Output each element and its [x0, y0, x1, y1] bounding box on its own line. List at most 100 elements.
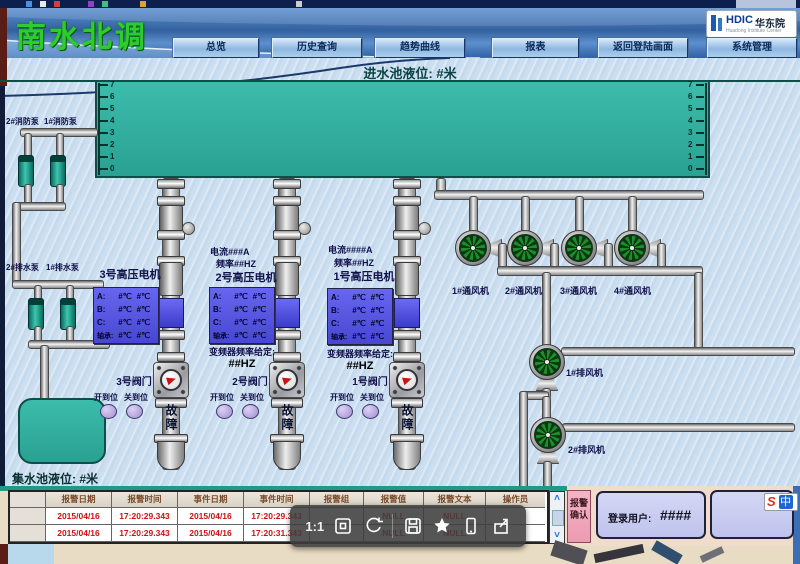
- taskbar-icon[interactable]: [88, 1, 94, 7]
- pump1-motor-band: [394, 298, 420, 328]
- zoom-ratio-label[interactable]: 1:1: [305, 519, 324, 534]
- drain-pump-2-label: 2#排水泵: [6, 263, 39, 272]
- fan1-label: 1#通风机: [452, 286, 490, 296]
- pump1-current: 电流####A: [328, 245, 373, 255]
- fire-pump-1-label: 1#消防泵: [44, 117, 77, 126]
- fire-pump-2-label: 2#消防泵: [6, 117, 39, 126]
- ruler-number: 2: [110, 140, 115, 149]
- pump3-open-label: 开到位: [94, 393, 118, 402]
- taskbar-icon[interactable]: [54, 1, 60, 7]
- fan2-label: 2#通风机: [505, 286, 543, 296]
- pump3-valve[interactable]: [153, 362, 189, 398]
- taskbar-icon[interactable]: [26, 1, 32, 7]
- col-header[interactable]: 报警日期: [46, 492, 112, 508]
- flange: [157, 179, 185, 189]
- alarm-table-scrollbar[interactable]: ˄ ˅: [549, 491, 565, 544]
- pipe: [40, 345, 49, 402]
- ime-badge[interactable]: S 中: [764, 493, 798, 511]
- nav-button-history[interactable]: 历史查询: [272, 38, 362, 58]
- nav-button-login-page[interactable]: 返回登陆画面: [598, 38, 688, 58]
- taskbar-icon[interactable]: [296, 1, 302, 7]
- supply-fan-2[interactable]: [507, 230, 543, 266]
- hdic-logo-mark: [711, 15, 716, 31]
- nav-button-overview[interactable]: 总览: [173, 38, 259, 58]
- col-header[interactable]: 事件日期: [178, 492, 244, 508]
- pump1-temp-panel: A: #℃ #℃ B: #℃ #℃ C: #℃ #℃ 轴承: #℃ #℃: [327, 288, 393, 345]
- ruler-number: 7: [110, 80, 115, 89]
- favorite-icon[interactable]: [432, 516, 452, 536]
- flange: [157, 230, 185, 240]
- fan-blades-icon: [459, 234, 487, 262]
- pipe-handle[interactable]: [298, 222, 311, 235]
- desktop-strip-left: [0, 544, 8, 564]
- ruler-number: 6: [688, 92, 693, 101]
- supply-fan-1[interactable]: [455, 230, 491, 266]
- pipe: [543, 461, 552, 489]
- device-icon[interactable]: [461, 516, 481, 536]
- pipe: [542, 272, 551, 349]
- pipe-handle[interactable]: [182, 222, 195, 235]
- tank-ruler-left-ticks: [100, 84, 108, 174]
- hdic-logo: HDIC 华东院 Huadong Institute Center: [706, 10, 797, 38]
- pump2-valve[interactable]: [269, 362, 305, 398]
- pump1-suction-bell: [393, 441, 421, 470]
- alarm-ack-button[interactable]: 报警确认: [567, 490, 591, 543]
- pump1-open-label: 开到位: [330, 393, 354, 402]
- pipe: [521, 196, 530, 234]
- supply-fan-3[interactable]: [561, 230, 597, 266]
- supply-fan-4[interactable]: [614, 230, 650, 266]
- scroll-thumb[interactable]: [552, 510, 564, 526]
- pump1-open-indicator: [336, 404, 353, 419]
- pipe: [562, 423, 795, 432]
- drain-pump-1-label: 1#排水泵: [46, 263, 79, 272]
- fire-pump-2[interactable]: [18, 155, 34, 187]
- fit-screen-icon[interactable]: [333, 516, 353, 536]
- pump2-close-indicator: [242, 404, 259, 419]
- pump3-motor-band: [158, 298, 184, 328]
- nav-button-trend[interactable]: 趋势曲线: [375, 38, 465, 58]
- pump1-valve[interactable]: [389, 362, 425, 398]
- fan-blades-icon: [618, 234, 646, 262]
- fan3-label: 3#通风机: [560, 286, 598, 296]
- flange: [393, 330, 421, 340]
- scroll-up-icon[interactable]: ˄: [551, 493, 563, 505]
- col-header[interactable]: 报警时间: [112, 492, 178, 508]
- nav-button-system[interactable]: 系统管理: [707, 38, 797, 58]
- pipe-handle[interactable]: [418, 222, 431, 235]
- pump3-name: 3号高压电机: [99, 269, 161, 281]
- sump-tank: [18, 398, 106, 464]
- pump1-vfd-label: 变频器频率给定:: [327, 349, 393, 359]
- ruler-number: 0: [110, 164, 115, 173]
- taskbar-icon[interactable]: [140, 1, 146, 7]
- taskbar-icon[interactable]: [102, 1, 108, 7]
- login-user-label: 登录用户:: [608, 514, 652, 525]
- exhaust-fan2-label: 2#排风机: [568, 445, 606, 455]
- fire-pump-1[interactable]: [50, 155, 66, 187]
- ruler-number: 5: [688, 104, 693, 113]
- pump3-close-label: 关到位: [124, 393, 148, 402]
- pump2-suction-bell: [273, 441, 301, 470]
- hdic-logo-abbr: HDIC: [726, 14, 753, 26]
- desktop-strip-blue: [8, 544, 54, 564]
- nav-button-report[interactable]: 报表: [492, 38, 579, 58]
- ruler-number: 1: [110, 152, 115, 161]
- ruler-number: 1: [688, 152, 693, 161]
- valve-dial-icon: [396, 369, 418, 391]
- pump1-vfd-value: ##HZ: [346, 360, 374, 372]
- flange: [393, 179, 421, 189]
- pump1-name: 1号高压电机: [333, 271, 395, 283]
- ruler-number: 5: [110, 104, 115, 113]
- exhaust-fan-1[interactable]: [529, 344, 565, 380]
- pump1-close-indicator: [362, 404, 379, 419]
- taskbar-icon[interactable]: [40, 1, 46, 7]
- ruler-number: 3: [688, 128, 693, 137]
- scada-screen: 南水北调 HDIC 华东院 Huadong Institute Center 总…: [0, 0, 800, 564]
- pipe: [561, 347, 795, 356]
- save-icon[interactable]: [403, 516, 423, 536]
- flange: [157, 352, 185, 362]
- fan4-label: 4#通风机: [614, 286, 652, 296]
- pump2-close-label: 关到位: [240, 393, 264, 402]
- rotate-icon[interactable]: [363, 516, 383, 536]
- share-icon[interactable]: [491, 516, 511, 536]
- exhaust-fan-2[interactable]: [530, 417, 566, 453]
